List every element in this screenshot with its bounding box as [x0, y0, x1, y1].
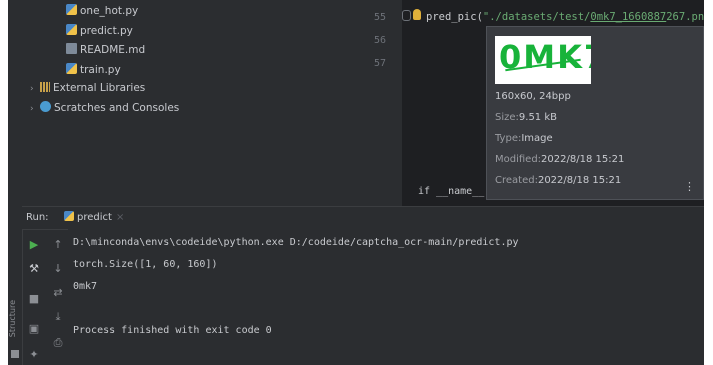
image-created: Created:2022/8/18 15:21 [495, 175, 622, 186]
fold-marker-icon[interactable] [402, 10, 411, 21]
tree-item-readme[interactable]: README.md [66, 43, 145, 56]
tree-item-train[interactable]: train.py [66, 63, 121, 76]
run-toolbar: Run: predict × [22, 206, 704, 230]
tree-item-external-libraries[interactable]: › External Libraries [30, 82, 145, 94]
run-actions-secondary: ↑ ↓ ⇄ ⤓ ⎙ [46, 228, 68, 365]
line-number: 56 [373, 35, 386, 46]
run-label: Run: [26, 212, 49, 223]
pin-icon[interactable]: ✦ [27, 348, 41, 362]
structure-icon[interactable] [11, 350, 19, 358]
library-icon [40, 82, 50, 92]
more-options-icon[interactable]: ⋮ [684, 180, 695, 193]
arrow-down-icon[interactable]: ↓ [51, 262, 65, 276]
hovered-filename[interactable]: 0mk7_1660887 [590, 11, 666, 23]
ide-window: Structure one_hot.py predict.py README.m… [8, 0, 704, 365]
print-icon[interactable]: ⎙ [51, 336, 65, 350]
console-line: 0mk7 [73, 281, 98, 292]
image-preview-popup: 0MK7 160x60, 24bpp Size:9.51 kB Type:Ima… [486, 26, 704, 200]
image-thumbnail: 0MK7 [495, 36, 591, 84]
console-line: Process finished with exit code 0 [73, 325, 272, 336]
tree-item-one-hot[interactable]: one_hot.py [66, 4, 138, 17]
line-number: 55 [373, 12, 386, 23]
code-line: pred_pic("./datasets/test/0mk7_166088726… [426, 11, 704, 23]
chevron-right-icon[interactable]: › [30, 104, 40, 114]
console-line: torch.Size([1, 60, 160]) [73, 259, 218, 270]
image-size: Size:9.51 kB [495, 112, 558, 123]
image-dimensions: 160x60, 24bpp [495, 91, 571, 102]
left-tool-strip: Structure [8, 0, 23, 365]
scratches-icon [40, 101, 51, 112]
python-file-icon [64, 211, 74, 221]
lightbulb-icon[interactable] [413, 9, 421, 20]
wrench-icon[interactable]: ⚒ [27, 262, 41, 276]
arrow-up-icon[interactable]: ↑ [51, 238, 65, 252]
chevron-right-icon[interactable]: › [30, 84, 40, 94]
editor-gutter: 55 56 57 [362, 0, 402, 206]
project-tree: one_hot.py predict.py README.md train.py… [22, 0, 362, 206]
rerun-icon[interactable]: ▶ [27, 238, 41, 252]
markdown-file-icon [66, 43, 77, 54]
image-modified: Modified:2022/8/18 15:21 [495, 154, 625, 165]
scroll-to-end-icon[interactable]: ⤓ [51, 310, 65, 324]
layout-icon[interactable]: ▣ [27, 322, 41, 336]
python-file-icon [66, 63, 77, 74]
run-console[interactable]: D:\minconda\envs\codeide\python.exe D:/c… [68, 228, 704, 365]
close-icon[interactable]: × [116, 212, 124, 223]
tree-item-scratches[interactable]: › Scratches and Consoles [30, 101, 179, 114]
tree-item-predict[interactable]: predict.py [66, 24, 133, 37]
stop-icon[interactable]: ■ [27, 292, 41, 306]
image-type: Type:Image [495, 133, 553, 144]
console-line: D:\minconda\envs\codeide\python.exe D:/c… [73, 237, 519, 248]
python-file-icon [66, 24, 77, 35]
soft-wrap-icon[interactable]: ⇄ [51, 286, 65, 300]
run-tab-predict[interactable]: predict × [58, 207, 130, 229]
structure-tab[interactable]: Structure [8, 300, 22, 337]
python-file-icon [66, 4, 77, 15]
line-number: 57 [373, 58, 386, 69]
run-actions-primary: ▶ ⚒ ■ ▣ ✦ [22, 228, 46, 365]
